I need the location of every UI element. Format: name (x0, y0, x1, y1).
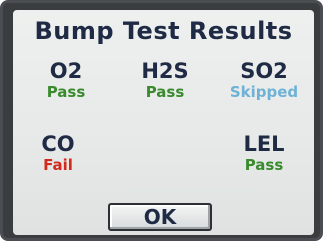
gas-name: CO (41, 132, 75, 156)
device-bezel: Bump Test Results O2 Pass H2S Pass SO2 S… (0, 0, 323, 241)
gas-result-co: CO Fail (13, 132, 103, 175)
gas-result-lel: LEL Pass (219, 132, 309, 175)
dialog-title: Bump Test Results (34, 17, 293, 45)
gas-status: Pass (244, 156, 284, 174)
gas-status: Skipped (229, 83, 299, 101)
gas-name: O2 (49, 59, 83, 83)
gas-status: Pass (46, 83, 86, 101)
gas-result-so2: SO2 Skipped (219, 59, 309, 102)
gas-status: Pass (145, 83, 185, 101)
gas-result-o2: O2 Pass (21, 59, 111, 102)
gas-name: H2S (141, 59, 189, 83)
gas-name: SO2 (240, 59, 288, 83)
ok-button[interactable]: OK (108, 203, 212, 231)
gas-result-h2s: H2S Pass (120, 59, 210, 102)
gas-status: Fail (43, 156, 73, 174)
gas-name: LEL (243, 132, 285, 156)
dialog-screen: Bump Test Results O2 Pass H2S Pass SO2 S… (13, 10, 314, 235)
